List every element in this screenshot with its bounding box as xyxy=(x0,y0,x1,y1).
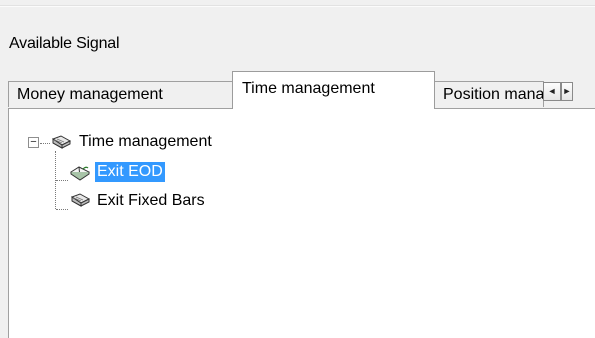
tree-connector xyxy=(40,143,50,144)
scroll-right-icon[interactable]: ► xyxy=(561,82,573,101)
tree-node-time-management[interactable]: Time management xyxy=(77,132,214,152)
tree-connector xyxy=(56,180,68,181)
section-label: Available Signal xyxy=(9,35,120,52)
tree-connector xyxy=(56,209,68,210)
collapse-icon[interactable]: − xyxy=(28,137,39,148)
tab-position-management[interactable]: Position management xyxy=(434,81,544,107)
open-book-icon xyxy=(70,166,90,181)
tab-strip: Money management Time management Positio… xyxy=(8,71,595,109)
tree-node-exit-fixed-bars[interactable]: Exit Fixed Bars xyxy=(95,191,207,211)
scroll-left-icon[interactable]: ◄ xyxy=(543,82,561,101)
tab-time-management[interactable]: Time management xyxy=(232,71,435,109)
book-icon xyxy=(51,135,72,149)
book-icon xyxy=(70,193,91,207)
tree-node-exit-eod[interactable]: Exit EOD xyxy=(95,162,165,182)
separator-highlight xyxy=(0,6,595,7)
tab-money-management[interactable]: Money management xyxy=(8,81,233,107)
